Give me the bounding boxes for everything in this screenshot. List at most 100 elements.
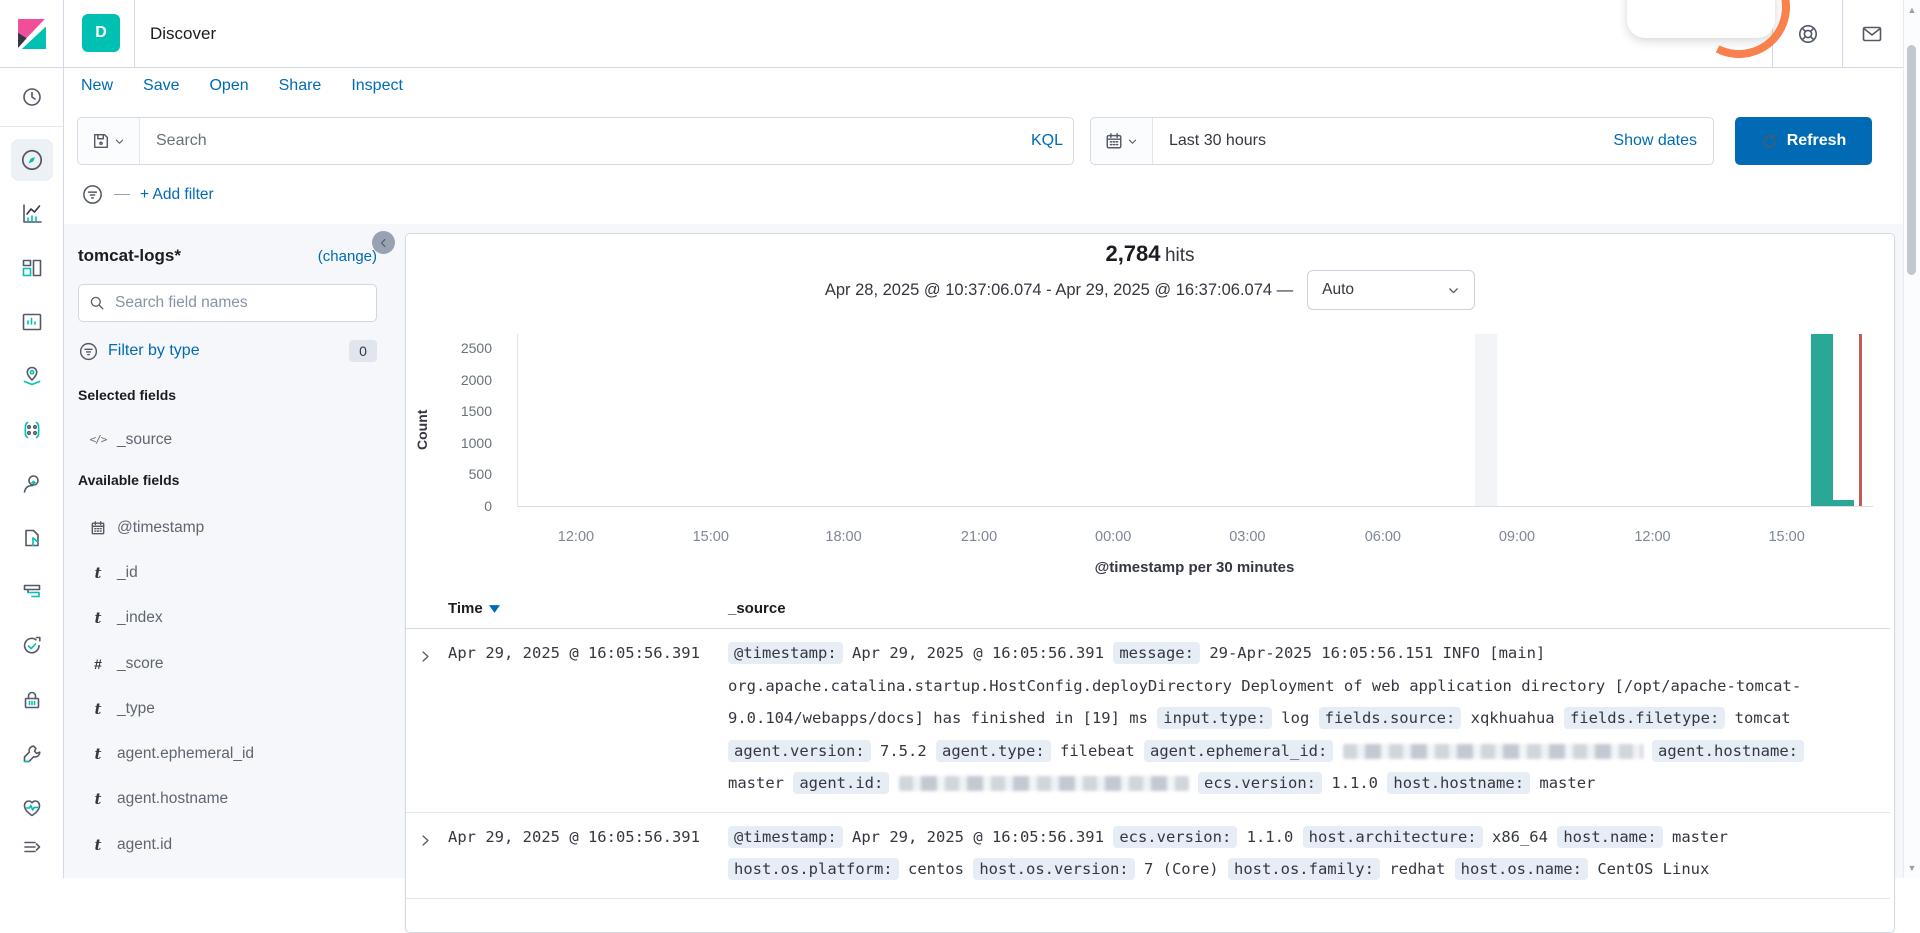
field-_id[interactable]: t _id — [78, 550, 377, 595]
calendar-icon — [1106, 133, 1122, 149]
field-_score[interactable]: # _score — [78, 641, 377, 686]
time-range-value[interactable]: Last 30 hours — [1153, 131, 1597, 151]
saved-filters-icon[interactable] — [81, 183, 104, 206]
nav-maps-icon[interactable] — [0, 349, 63, 403]
field-search-input[interactable] — [113, 293, 366, 313]
y-tick: 500 — [468, 466, 492, 483]
field-key-badge: input.type: — [1157, 707, 1272, 729]
left-nav-rail — [0, 67, 64, 878]
row-time: Apr 29, 2025 @ 16:05:56.391 — [448, 827, 700, 846]
field-_index[interactable]: t _index — [78, 596, 377, 641]
kibana-logo[interactable] — [0, 0, 63, 67]
string-icon: t — [94, 745, 102, 764]
collapse-menu-icon[interactable] — [0, 820, 63, 874]
x-tick: 15:00 — [1768, 529, 1805, 545]
page-scrollbar[interactable]: ▲ ▼ — [1903, 0, 1920, 878]
x-tick: 18:00 — [825, 529, 862, 545]
menu-share[interactable]: Share — [279, 77, 322, 95]
y-tick: 0 — [484, 498, 492, 514]
filter-icon — [79, 342, 98, 360]
index-pattern-name: tomcat-logs* — [78, 246, 181, 265]
nav-canvas-icon[interactable] — [0, 295, 63, 349]
histogram-plot[interactable] — [517, 334, 1873, 507]
field-key-badge: agent.hostname: — [1652, 739, 1804, 762]
field-agent.hostname[interactable]: t agent.hostname — [78, 777, 377, 822]
scroll-up-arrow[interactable]: ▲ — [1904, 2, 1920, 18]
collapse-sidebar-button[interactable] — [372, 231, 395, 254]
nav-machine-learning-icon[interactable] — [0, 403, 63, 457]
nav-graph-icon[interactable] — [0, 457, 63, 511]
filter-count-badge: 0 — [349, 340, 377, 362]
interval-select[interactable]: Auto — [1307, 270, 1476, 310]
column-header-source: _source — [728, 600, 786, 617]
field-key-badge: fields.source: — [1318, 707, 1462, 729]
search-box: KQL — [77, 117, 1074, 165]
redacted-value — [1342, 743, 1643, 759]
divider — [0, 126, 63, 127]
field-@timestamp[interactable]: @timestamp — [78, 505, 377, 550]
expand-row-button[interactable] — [406, 821, 448, 853]
menu-new[interactable]: New — [81, 77, 113, 95]
filter-by-type-button[interactable]: Filter by type — [108, 342, 200, 360]
hits-count: 2,784 hits — [1105, 241, 1195, 266]
field-key-badge: host.os.platform: — [728, 858, 899, 880]
selected-fields-heading: Selected fields — [78, 387, 177, 403]
string-icon: t — [94, 609, 102, 628]
kibana-logo-icon — [17, 18, 46, 49]
field-key-badge: message: — [1113, 642, 1200, 664]
histogram-bar[interactable] — [1833, 500, 1855, 506]
nav-logs-icon[interactable] — [0, 511, 63, 565]
field-_source[interactable]: </> _source — [78, 417, 377, 462]
nav-uptime-icon[interactable] — [0, 619, 63, 673]
y-tick: 1500 — [460, 403, 492, 420]
field-key-badge: host.name: — [1557, 825, 1663, 848]
divider — [114, 194, 130, 195]
x-tick: 15:00 — [692, 529, 729, 545]
refresh-button[interactable]: Refresh — [1735, 117, 1872, 165]
nav-visualize-icon[interactable] — [0, 187, 63, 241]
date-quick-select-button[interactable] — [1091, 118, 1153, 164]
help-icon[interactable] — [1788, 0, 1828, 67]
field-_type[interactable]: t _type — [78, 686, 377, 731]
column-header-time[interactable]: Time — [448, 600, 500, 617]
menu-save[interactable]: Save — [143, 77, 179, 95]
save-icon — [93, 133, 109, 149]
nav-security-icon[interactable] — [0, 673, 63, 727]
search-input[interactable] — [140, 118, 1021, 164]
scroll-down-arrow[interactable]: ▼ — [1904, 860, 1920, 876]
add-filter-button[interactable]: + Add filter — [140, 186, 214, 204]
histogram-bar[interactable] — [1810, 334, 1833, 506]
field-key-badge: host.os.family: — [1227, 858, 1380, 880]
nav-discover-icon[interactable] — [0, 133, 63, 187]
divider — [134, 0, 135, 67]
saved-query-button[interactable] — [78, 118, 140, 164]
divider — [63, 0, 64, 67]
now-line — [1858, 334, 1863, 506]
change-index-pattern-link[interactable]: (change) — [318, 248, 377, 265]
nav-apm-icon[interactable] — [0, 565, 63, 619]
source-code-icon: </> — [89, 433, 108, 447]
menu-inspect[interactable]: Inspect — [351, 77, 403, 95]
available-fields-heading: Available fields — [78, 472, 180, 488]
nav-dashboard-icon[interactable] — [0, 241, 63, 295]
mail-icon[interactable] — [1852, 0, 1892, 67]
string-icon: t — [94, 790, 102, 809]
menu-open[interactable]: Open — [209, 77, 248, 95]
field-key-badge: agent.version: — [728, 739, 871, 762]
date-picker: Last 30 hours Show dates — [1090, 117, 1714, 165]
recent-icon[interactable] — [0, 73, 63, 121]
field-agent.ephemeral_id[interactable]: t agent.ephemeral_id — [78, 731, 377, 776]
string-icon: t — [94, 835, 102, 854]
x-tick: 12:00 — [557, 529, 595, 545]
field-key-badge: agent.type: — [936, 739, 1051, 762]
chevron-right-icon — [422, 834, 429, 846]
nav-dev-tools-icon[interactable] — [0, 727, 63, 781]
query-language-button[interactable]: KQL — [1021, 118, 1073, 164]
show-dates-button[interactable]: Show dates — [1597, 132, 1713, 150]
scrollbar-thumb[interactable] — [1907, 45, 1916, 275]
expand-row-button[interactable] — [406, 637, 448, 669]
table-header: Time _source — [406, 592, 1890, 629]
field-search-box — [78, 284, 377, 322]
field-agent.id[interactable]: t agent.id — [78, 822, 377, 867]
y-tick: 1000 — [460, 434, 492, 451]
